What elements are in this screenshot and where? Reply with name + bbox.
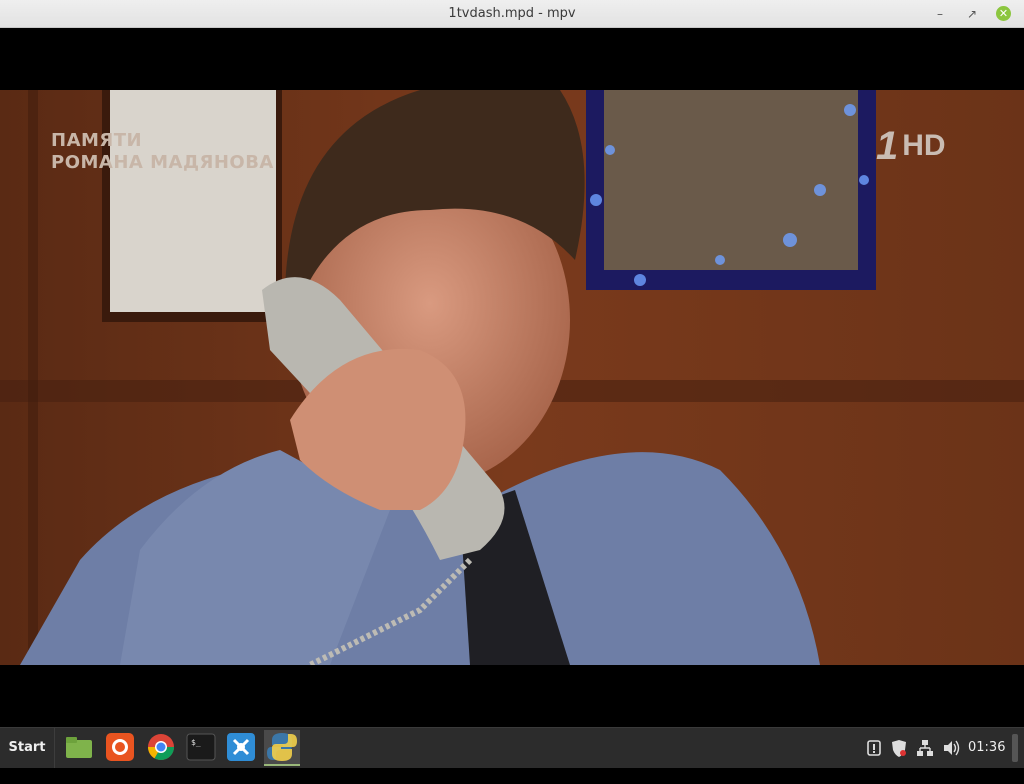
- firefox-icon[interactable]: [105, 732, 135, 762]
- caption-line-2: РОМАНА МАДЯНОВА: [51, 152, 274, 173]
- close-icon[interactable]: ✕: [996, 6, 1011, 21]
- show-desktop-handle[interactable]: [1012, 734, 1018, 762]
- files-icon[interactable]: [64, 732, 94, 762]
- clock[interactable]: 01:36: [968, 728, 1005, 768]
- terminal-icon[interactable]: $_: [186, 732, 216, 762]
- maximize-icon[interactable]: ↗: [964, 6, 980, 22]
- channel-number: 1: [876, 124, 899, 168]
- channel-logo: 1 HD: [876, 126, 946, 166]
- minimize-icon[interactable]: –: [932, 6, 948, 22]
- taskbar: Start $_ 01:36: [0, 727, 1024, 768]
- shield-icon[interactable]: [890, 728, 908, 768]
- video-picture: [0, 90, 1024, 665]
- channel-hd-label: HD: [902, 129, 946, 162]
- start-button[interactable]: Start: [0, 728, 55, 768]
- app-icon[interactable]: [226, 732, 256, 762]
- chrome-icon[interactable]: [146, 732, 176, 762]
- notification-icon[interactable]: [866, 728, 882, 768]
- window-title: 1tvdash.mpd - mpv: [448, 6, 576, 21]
- svg-text:$_: $_: [191, 738, 201, 747]
- window-titlebar[interactable]: 1tvdash.mpd - mpv – ↗ ✕: [0, 0, 1024, 28]
- video-frame[interactable]: ПАМЯТИ РОМАНА МАДЯНОВА 1 HD: [0, 90, 1024, 665]
- python-icon[interactable]: [264, 730, 300, 766]
- caption-line-1: ПАМЯТИ: [51, 130, 143, 151]
- video-area[interactable]: ПАМЯТИ РОМАНА МАДЯНОВА 1 HD: [0, 28, 1024, 727]
- network-icon[interactable]: [916, 728, 934, 768]
- volume-icon[interactable]: [942, 728, 960, 768]
- memorial-caption: ПАМЯТИ РОМАНА МАДЯНОВА: [51, 130, 274, 174]
